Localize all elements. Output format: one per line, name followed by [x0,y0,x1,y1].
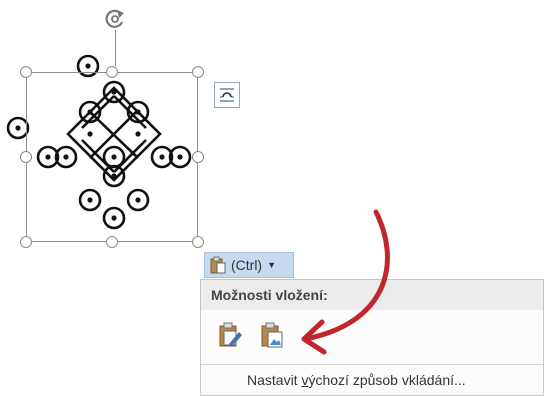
resize-handle-left[interactable] [20,151,32,163]
rotate-handle-icon[interactable] [102,6,128,32]
layout-options-icon [220,88,234,102]
resize-handle-bottom-left[interactable] [20,236,32,248]
resize-handle-bottom[interactable] [106,236,118,248]
set-default-prefix: Nastavit [247,372,302,388]
resize-handle-right[interactable] [192,151,204,163]
paste-clipboard-icon [210,256,226,274]
keep-source-formatting-icon[interactable] [215,320,245,350]
paste-chip-label: (Ctrl) [231,257,263,273]
set-default-paste-item[interactable]: Nastavit výchozí způsob vkládání... [247,372,466,388]
resize-handle-top-left[interactable] [20,66,32,78]
resize-handle-bottom-right[interactable] [192,236,204,248]
annotation-arrow-icon [301,209,390,355]
resize-handle-top-right[interactable] [192,66,204,78]
chevron-down-icon: ▼ [267,260,277,270]
menu-divider [201,364,543,365]
resize-handle-top[interactable] [106,66,118,78]
selection-frame [26,72,198,242]
layout-options-button[interactable] [214,82,240,108]
set-default-suffix: ýchozí způsob vkládání... [308,372,466,388]
